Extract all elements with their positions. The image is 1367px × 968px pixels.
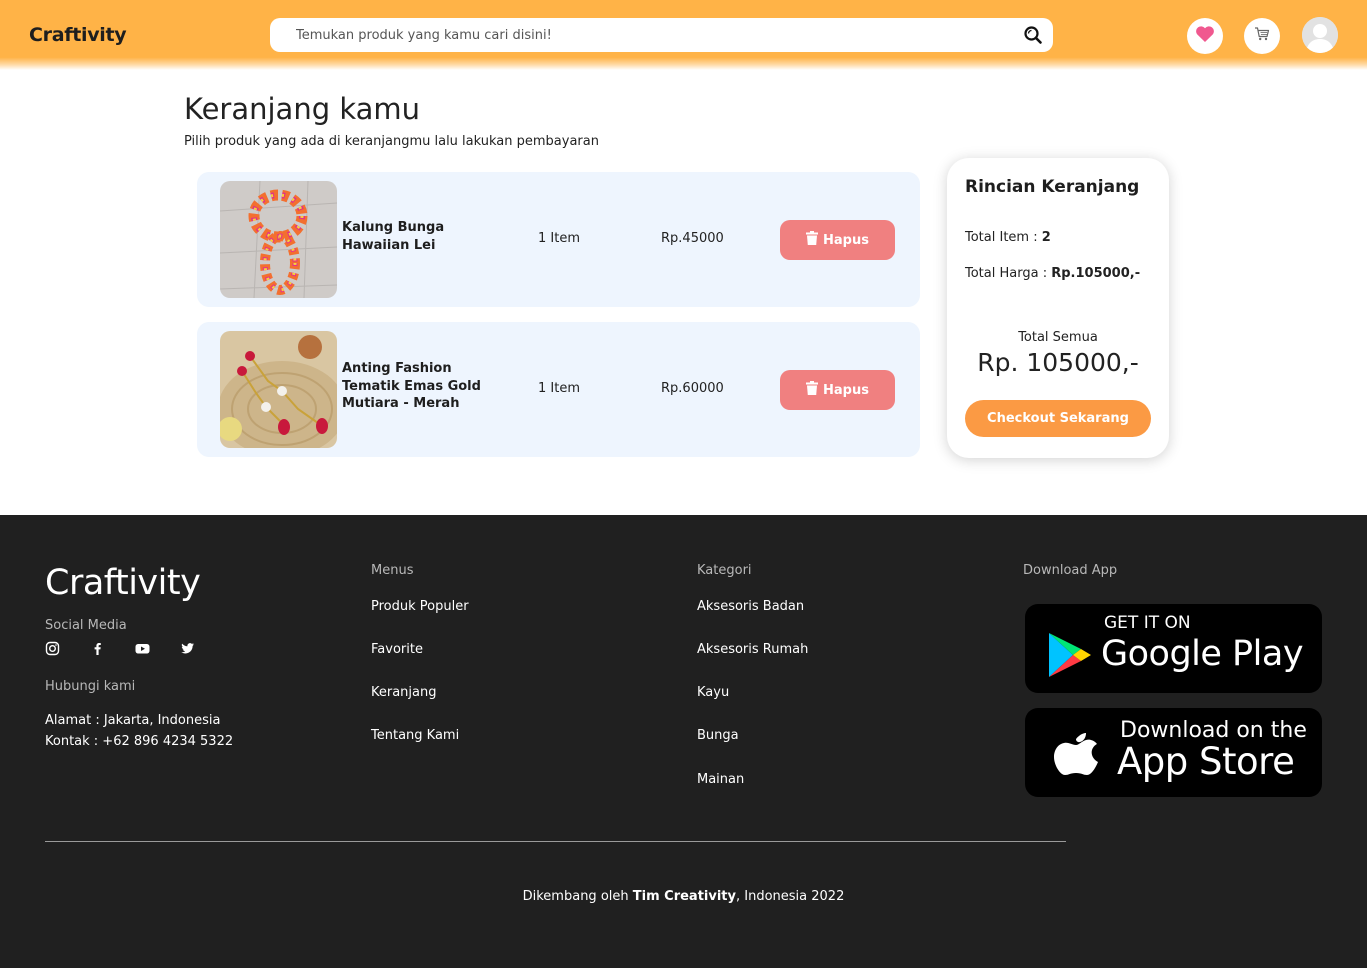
- delete-button-label: Hapus: [823, 232, 869, 248]
- app-store-badge[interactable]: Download on the App Store: [1025, 708, 1322, 797]
- favorite-button[interactable]: [1187, 18, 1223, 54]
- page-subtitle: Pilih produk yang ada di keranjangmu lal…: [184, 134, 599, 149]
- footer-link-about[interactable]: Tentang Kami: [371, 728, 459, 743]
- facebook-icon[interactable]: [90, 641, 105, 656]
- footer-brand: Craftivity: [45, 563, 201, 603]
- cart-summary-card: Rincian Keranjang Total Item : 2 Total H…: [947, 158, 1169, 458]
- footer-category-home-accessories[interactable]: Aksesoris Rumah: [697, 642, 808, 657]
- product-price: Rp.60000: [661, 381, 724, 396]
- footer-category-toys[interactable]: Mainan: [697, 772, 744, 787]
- google-play-badge[interactable]: GET IT ON Google Play: [1025, 604, 1322, 693]
- summary-title: Rincian Keranjang: [965, 177, 1140, 197]
- address-text: Alamat : Jakarta, Indonesia: [45, 713, 221, 728]
- search-bar: [270, 18, 1053, 52]
- product-quantity: 1 Item: [538, 231, 580, 246]
- heart-icon: [1195, 25, 1215, 47]
- youtube-icon[interactable]: [135, 641, 150, 656]
- social-media-heading: Social Media: [45, 618, 127, 633]
- delete-button[interactable]: Hapus: [780, 220, 895, 260]
- google-play-small-text: GET IT ON: [1104, 613, 1191, 633]
- product-name: Kalung Bunga Hawaiian Lei: [342, 220, 445, 253]
- app-store-big-text: App Store: [1117, 740, 1295, 783]
- category-heading: Kategori: [697, 563, 752, 578]
- product-name: Anting Fashion Tematik Emas Gold Mutiara…: [342, 361, 481, 411]
- total-item-label: Total Item :: [965, 230, 1038, 245]
- trash-icon: [806, 231, 819, 249]
- product-image-flower-lei[interactable]: [220, 181, 337, 298]
- social-links: [45, 641, 195, 656]
- total-item-row: Total Item : 2: [965, 230, 1051, 245]
- footer-category-wood[interactable]: Kayu: [697, 685, 729, 700]
- google-play-icon: [1047, 631, 1093, 683]
- footer: Craftivity Social Media Hubungi kami Ala…: [0, 515, 1367, 968]
- grand-total-value: Rp. 105000,-: [977, 348, 1139, 377]
- copyright-team: Tim Creativity: [632, 889, 736, 904]
- user-avatar[interactable]: [1302, 17, 1338, 53]
- checkout-button[interactable]: Checkout Sekarang: [965, 400, 1151, 437]
- twitter-icon[interactable]: [180, 641, 195, 656]
- download-heading: Download App: [1023, 563, 1118, 578]
- instagram-icon[interactable]: [45, 641, 60, 656]
- page-title: Keranjang kamu: [184, 92, 421, 126]
- product-image-earrings[interactable]: [220, 331, 337, 448]
- total-price-label: Total Harga :: [965, 266, 1048, 281]
- product-price: Rp.45000: [661, 231, 724, 246]
- search-icon[interactable]: [1023, 25, 1043, 45]
- cart-item: Kalung Bunga Hawaiian Lei 1 Item Rp.4500…: [197, 172, 920, 307]
- cart-icon: [1254, 26, 1270, 46]
- delete-button-label: Hapus: [823, 382, 869, 398]
- copyright-prefix: Dikembang oleh: [522, 889, 629, 904]
- copyright-suffix: , Indonesia 2022: [736, 889, 845, 904]
- contact-heading: Hubungi kami: [45, 679, 136, 694]
- copyright-text: Dikembang oleh Tim Creativity, Indonesia…: [0, 889, 1367, 904]
- footer-category-body-accessories[interactable]: Aksesoris Badan: [697, 599, 804, 614]
- total-item-value: 2: [1041, 230, 1051, 245]
- phone-text: Kontak : +62 896 4234 5322: [45, 734, 234, 749]
- footer-category-flowers[interactable]: Bunga: [697, 728, 739, 743]
- menus-heading: Menus: [371, 563, 414, 578]
- cart-item: Anting Fashion Tematik Emas Gold Mutiara…: [197, 322, 920, 457]
- top-header: Craftivity: [0, 0, 1367, 70]
- footer-link-favorite[interactable]: Favorite: [371, 642, 423, 657]
- total-price-row: Total Harga : Rp.105000,-: [965, 266, 1140, 281]
- footer-link-cart[interactable]: Keranjang: [371, 685, 437, 700]
- grand-total-label: Total Semua: [1018, 330, 1098, 345]
- product-quantity: 1 Item: [538, 381, 580, 396]
- apple-icon: [1053, 725, 1099, 781]
- total-price-value: Rp.105000,-: [1051, 266, 1141, 281]
- footer-divider: [45, 841, 1066, 842]
- cart-button[interactable]: [1244, 18, 1280, 54]
- google-play-big-text: Google Play: [1101, 634, 1304, 674]
- trash-icon: [806, 381, 819, 399]
- logo[interactable]: Craftivity: [29, 24, 127, 46]
- delete-button[interactable]: Hapus: [780, 370, 895, 410]
- search-input[interactable]: [296, 18, 996, 52]
- footer-link-popular[interactable]: Produk Populer: [371, 599, 469, 614]
